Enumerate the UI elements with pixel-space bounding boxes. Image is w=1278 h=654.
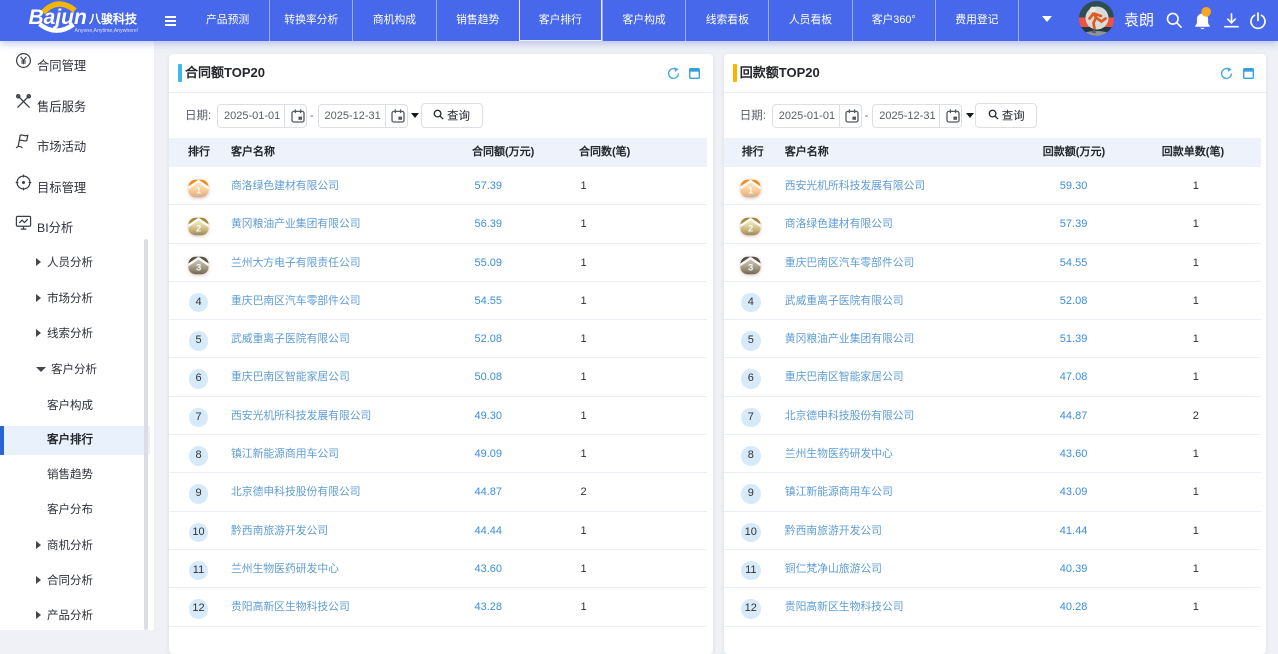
svg-text:2: 2 — [196, 224, 201, 235]
svg-text:3: 3 — [748, 262, 753, 273]
svg-text:1: 1 — [748, 186, 754, 197]
svg-text:3: 3 — [196, 262, 201, 273]
svg-text:Anyone,Anytime,Anywhere!: Anyone,Anytime,Anywhere! — [75, 28, 139, 34]
svg-text:Bajun: Bajun — [29, 6, 87, 29]
svg-text:八骏科技: 八骏科技 — [88, 11, 138, 26]
svg-text:1: 1 — [196, 186, 202, 197]
svg-text:2: 2 — [748, 224, 753, 235]
